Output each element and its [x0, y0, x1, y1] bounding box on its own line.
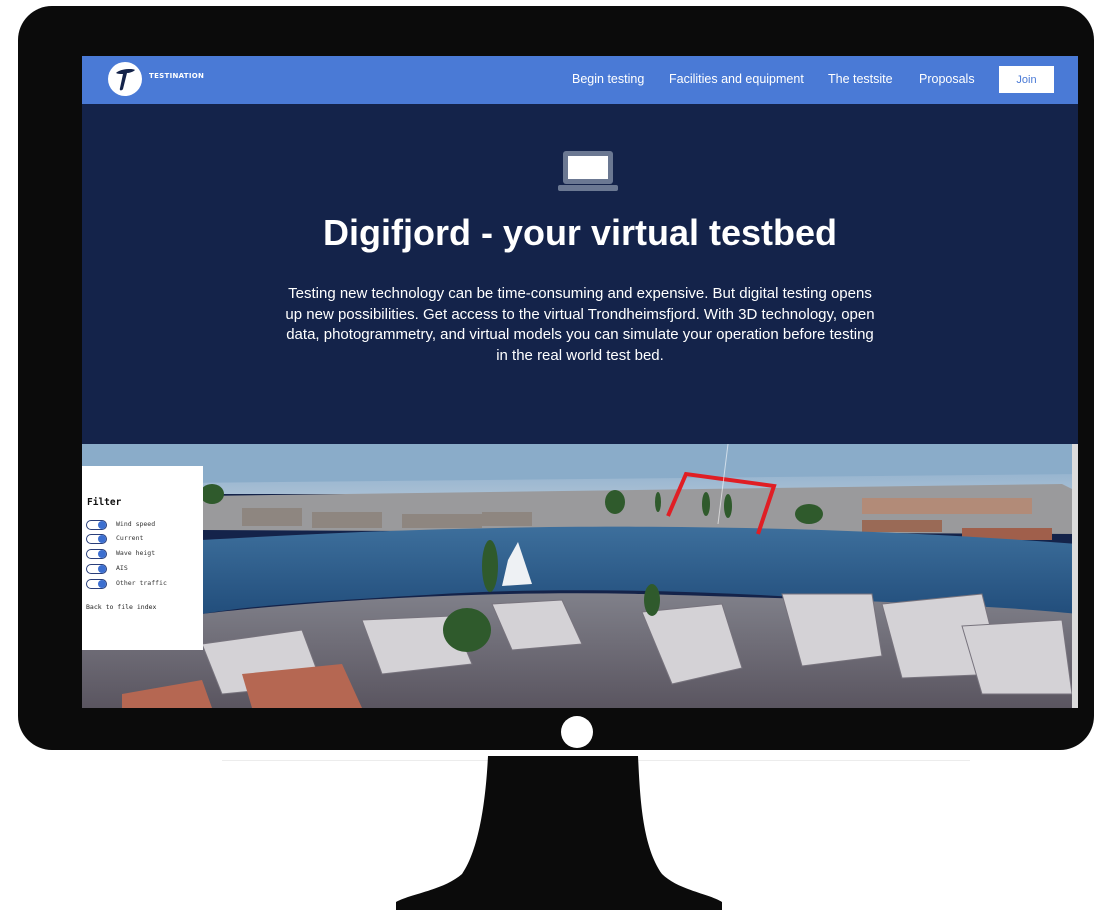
monitor-frame: TESTINATION Begin testing Facilities and… — [18, 6, 1094, 750]
nav-proposals[interactable]: Proposals — [919, 72, 975, 86]
top-navbar: TESTINATION Begin testing Facilities and… — [82, 56, 1078, 104]
current-toggle[interactable] — [86, 534, 107, 544]
toggle-knob — [98, 580, 106, 588]
nav-links: Begin testing Facilities and equipment T… — [82, 72, 1078, 90]
filter-label: Wave heigt — [116, 549, 156, 557]
filter-label: Wind speed — [116, 520, 156, 528]
filter-panel: Filter Wind speed Current Wave heigt AIS — [82, 466, 203, 650]
filter-item-wave-height: Wave heigt — [86, 548, 202, 560]
toggle-knob — [98, 550, 106, 558]
filter-item-current: Current — [86, 533, 202, 545]
filter-item-other-traffic: Other traffic — [86, 578, 202, 590]
join-button[interactable]: Join — [999, 66, 1054, 93]
filter-item-ais: AIS — [86, 563, 202, 575]
fjord-scene-image — [82, 444, 1078, 708]
nav-begin-testing[interactable]: Begin testing — [572, 72, 644, 86]
hero-section: Digifjord - your virtual testbed Testing… — [82, 104, 1078, 444]
filter-title: Filter — [87, 497, 122, 508]
toggle-knob — [98, 521, 106, 529]
monitor-stand — [396, 756, 722, 910]
digifjord-3d-view[interactable]: Filter Wind speed Current Wave heigt AIS — [82, 444, 1078, 708]
toggle-knob — [98, 535, 106, 543]
laptop-icon — [558, 151, 618, 191]
back-to-file-index-link[interactable]: Back to file index — [86, 603, 156, 611]
hero-description: Testing new technology can be time-consu… — [285, 285, 875, 364]
nav-facilities-and-equipment[interactable]: Facilities and equipment — [669, 72, 804, 86]
toggle-knob — [98, 565, 106, 573]
nav-the-testsite[interactable]: The testsite — [828, 72, 893, 86]
filter-label: AIS — [116, 564, 128, 572]
wind-speed-toggle[interactable] — [86, 520, 107, 530]
filter-label: Other traffic — [116, 579, 167, 587]
filter-label: Current — [116, 534, 144, 542]
hero-title: Digifjord - your virtual testbed — [322, 212, 838, 253]
filter-item-wind-speed: Wind speed — [86, 519, 202, 531]
power-button-icon — [561, 716, 593, 748]
ais-toggle[interactable] — [86, 564, 107, 574]
other-traffic-toggle[interactable] — [86, 579, 107, 589]
monitor-screen: TESTINATION Begin testing Facilities and… — [82, 56, 1078, 708]
wave-height-toggle[interactable] — [86, 549, 107, 559]
